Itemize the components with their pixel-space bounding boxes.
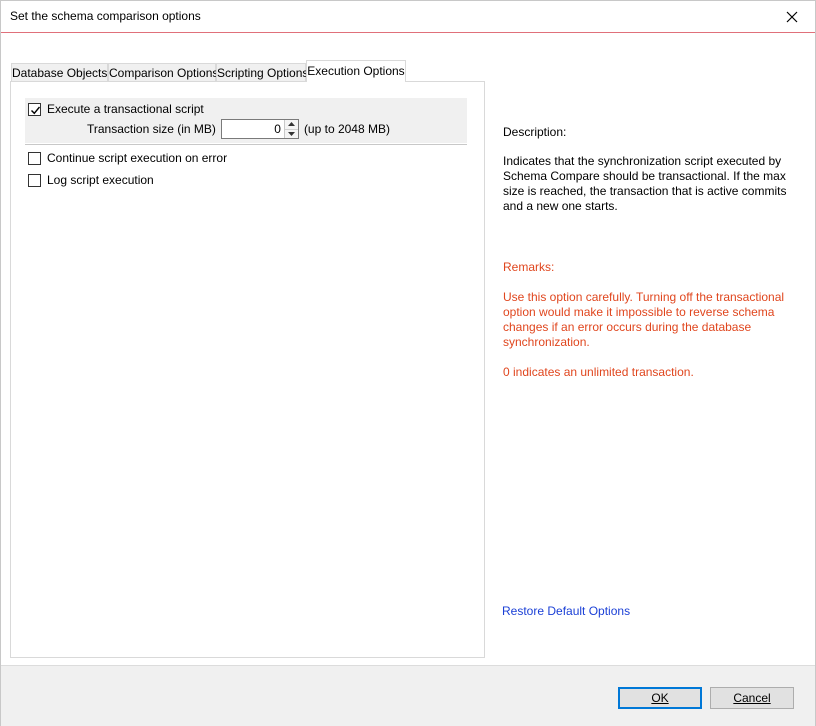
transaction-size-label: Transaction size (in MB) — [87, 122, 216, 136]
transaction-size-hint: (up to 2048 MB) — [303, 122, 390, 136]
close-icon — [786, 11, 798, 22]
arrow-up-icon — [287, 122, 295, 127]
transaction-size-stepper[interactable]: 0 — [220, 119, 299, 139]
close-button[interactable] — [769, 1, 815, 32]
continue-on-error-label: Continue script execution on error — [47, 151, 228, 165]
execution-options-panel: Execute a transactional script Transacti… — [10, 81, 485, 658]
tab-label: Database Objects — [12, 66, 108, 80]
remarks-label: Remarks: — [503, 260, 555, 274]
tab-execution-options[interactable]: Execution Options — [306, 60, 406, 82]
checkbox-checked[interactable] — [28, 102, 41, 116]
stepper-down-button[interactable] — [284, 128, 298, 138]
cancel-button[interactable]: Cancel — [710, 687, 794, 709]
cancel-label: Cancel — [733, 691, 771, 705]
ok-label: OK — [651, 691, 669, 705]
tab-scripting-options[interactable]: Scripting Options — [216, 63, 309, 82]
checkbox-unchecked[interactable] — [28, 173, 41, 187]
ok-button[interactable]: OK — [618, 687, 702, 709]
continue-on-error-checkbox[interactable]: Continue script execution on error — [28, 151, 227, 165]
tab-label: Scripting Options — [217, 66, 309, 80]
transaction-size-value[interactable]: 0 — [222, 120, 284, 138]
log-execution-checkbox[interactable]: Log script execution — [28, 173, 154, 187]
tab-label: Comparison Options — [109, 66, 219, 80]
title-bar: Set the schema comparison options — [1, 1, 815, 33]
restore-defaults-link[interactable]: Restore Default Options — [502, 604, 630, 618]
transaction-size-row: Transaction size (in MB) 0 (up to 2048 M… — [87, 119, 390, 139]
transactional-label: Execute a transactional script — [47, 102, 204, 116]
button-bar: OK Cancel — [1, 665, 815, 726]
transactional-checkbox[interactable]: Execute a transactional script — [28, 102, 204, 116]
dialog-title: Set the schema comparison options — [10, 9, 201, 23]
remarks-note: 0 indicates an unlimited transaction. — [503, 365, 694, 379]
tab-label: Execution Options — [307, 64, 405, 78]
checkbox-unchecked[interactable] — [28, 151, 41, 165]
description-label: Description: — [503, 125, 567, 139]
tab-comparison-options[interactable]: Comparison Options — [108, 63, 219, 82]
check-mark-icon — [31, 106, 41, 114]
description-text: Indicates that the synchronization scrip… — [503, 154, 787, 213]
tab-database-objects[interactable]: Database Objects — [11, 63, 108, 82]
stepper-up-button[interactable] — [284, 120, 298, 129]
arrow-down-icon — [287, 131, 295, 136]
stepper-buttons — [283, 120, 298, 138]
remarks-text: Use this option carefully. Turning off t… — [503, 290, 785, 349]
divider — [25, 144, 467, 145]
dialog-window: Set the schema comparison options Databa… — [0, 0, 816, 726]
transactional-group: Execute a transactional script Transacti… — [25, 98, 467, 143]
log-execution-label: Log script execution — [47, 173, 154, 187]
